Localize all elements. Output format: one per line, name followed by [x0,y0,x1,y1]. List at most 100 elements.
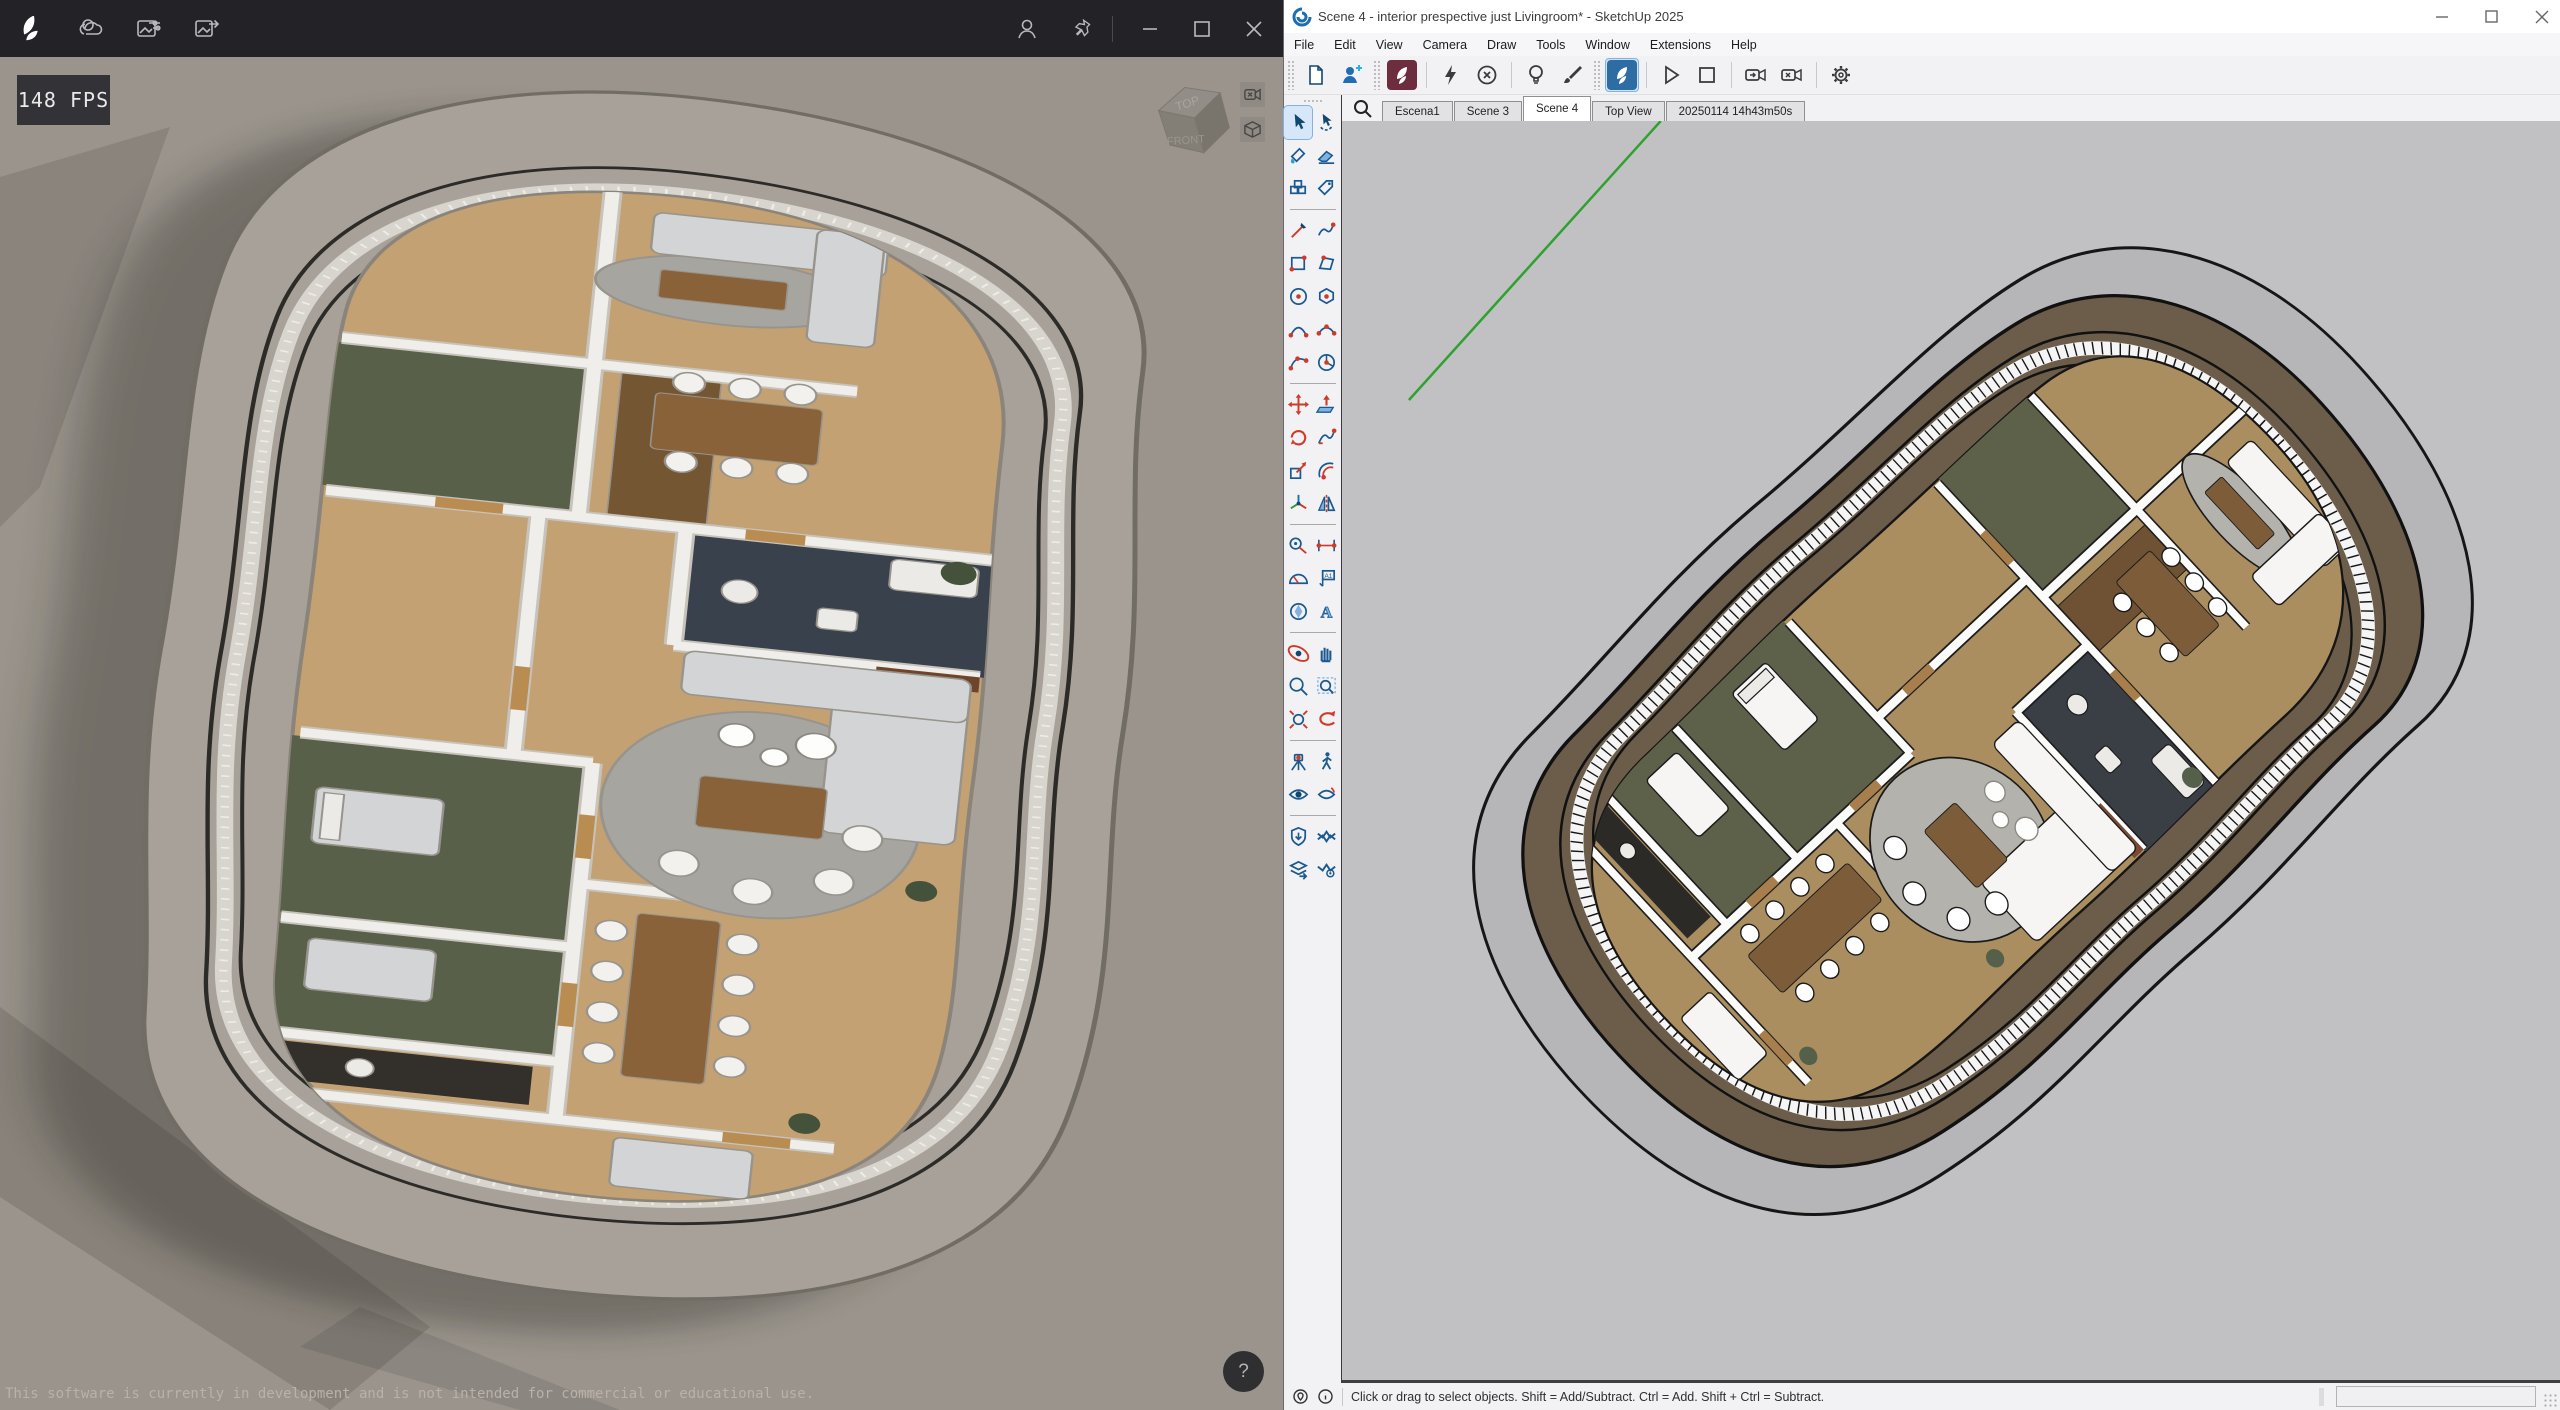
tool-follow-me-icon[interactable] [1312,421,1340,454]
toolbar-drag-handle[interactable] [1287,60,1295,90]
tool-rotated-rectangle-icon[interactable] [1312,247,1340,280]
scene-tab-scene-4[interactable]: Scene 4 [1523,96,1591,121]
lightning-icon[interactable] [1435,59,1467,91]
tool-scale-icon[interactable] [1284,454,1312,487]
status-hint: Click or drag to select objects. Shift =… [1351,1390,1824,1404]
lumion-livesync-button[interactable] [1606,59,1638,91]
menu-file[interactable]: File [1284,35,1324,55]
tool-arc-icon[interactable] [1284,313,1312,346]
palette-separator [1290,524,1336,525]
minimize-icon[interactable] [2432,7,2452,27]
photo-settings-icon[interactable] [134,14,164,44]
tool-freehand-icon[interactable] [1312,214,1340,247]
menu-view[interactable]: View [1366,35,1413,55]
menu-extensions[interactable]: Extensions [1640,35,1721,55]
render-app-titlebar [0,0,1283,57]
tool-select-icon[interactable] [1284,106,1312,139]
scene-tab-escena1[interactable]: Escena1 [1382,101,1453,121]
modeling-viewport[interactable] [1342,121,2560,1383]
tool-3d-text-icon[interactable]: A [1312,595,1340,628]
tool-export-layers-icon[interactable] [1284,853,1312,886]
maximize-icon[interactable] [1187,14,1217,44]
tool-3-point-arc-icon[interactable] [1284,346,1312,379]
tool-previous-icon[interactable] [1312,703,1340,736]
help-button[interactable]: ? [1223,1351,1264,1392]
tool-move-icon[interactable] [1284,388,1312,421]
menu-help[interactable]: Help [1721,35,1767,55]
record-camera-icon[interactable] [1740,59,1772,91]
tool-components-icon[interactable] [1284,172,1312,205]
scene-tab-top-view[interactable]: Top View [1592,101,1664,121]
tool-flip-icon[interactable] [1312,487,1340,520]
menu-window[interactable]: Window [1575,35,1639,55]
tool-compass-icon[interactable] [1284,595,1312,628]
search-scenes-icon[interactable] [1352,98,1374,120]
camera-off-icon[interactable] [1776,59,1808,91]
scene-tab-scene-3[interactable]: Scene 3 [1454,101,1522,121]
tool-position-camera-icon[interactable] [1284,745,1312,778]
tool-pie-icon[interactable] [1312,346,1340,379]
tool-zoom-icon[interactable] [1284,670,1312,703]
measurements-box[interactable] [2336,1386,2536,1407]
info-icon[interactable] [1317,1388,1334,1405]
isometric-view-icon[interactable] [1240,117,1265,142]
tool-2-point-arc-icon[interactable] [1312,313,1340,346]
tool-zoom-extents-icon[interactable] [1284,703,1312,736]
tool-lasso-icon[interactable] [1312,106,1340,139]
tool-paint-bucket-icon[interactable] [1284,139,1312,172]
weather-icon[interactable] [76,14,106,44]
scene-tab-20250114-14h43m50s[interactable]: 20250114 14h43m50s [1666,101,1806,121]
camera-off-icon[interactable] [1240,82,1265,107]
pin-icon[interactable] [1068,14,1098,44]
stop-icon[interactable] [1691,59,1723,91]
close-icon[interactable] [2532,7,2552,27]
geolocation-icon[interactable] [1292,1388,1309,1405]
resize-grip[interactable] [2543,1393,2557,1407]
tool-offset-icon[interactable] [1312,454,1340,487]
lumion-sync-button[interactable] [1386,59,1418,91]
menu-tools[interactable]: Tools [1526,35,1575,55]
gear-icon[interactable] [1825,59,1857,91]
tool-dimension-icon[interactable] [1312,529,1340,562]
menu-edit[interactable]: Edit [1324,35,1366,55]
lightbulb-icon[interactable] [1520,59,1552,91]
tool-orbit-icon[interactable] [1284,637,1312,670]
tool-rotate-icon[interactable] [1284,421,1312,454]
tool-section-icon[interactable] [1312,778,1340,811]
menu-draw[interactable]: Draw [1477,35,1526,55]
tool-eraser-icon[interactable] [1312,139,1340,172]
maximize-icon[interactable] [2482,7,2502,27]
cancel-circle-icon[interactable] [1471,59,1503,91]
account-icon[interactable] [1012,14,1042,44]
tool-walk-icon[interactable] [1312,745,1340,778]
tool-push-pull-icon[interactable] [1312,388,1340,421]
tool-axes-icon[interactable] [1284,487,1312,520]
tool-polygon-icon[interactable] [1312,280,1340,313]
minimize-icon[interactable] [1135,14,1165,44]
tool-text-icon[interactable]: A1 [1312,562,1340,595]
tool-rectangle-icon[interactable] [1284,247,1312,280]
tool-soften-edges-icon[interactable] [1284,820,1312,853]
tool-pan-icon[interactable] [1312,637,1340,670]
menu-camera[interactable]: Camera [1413,35,1477,55]
view-cube[interactable]: TOP FRONT [1148,68,1240,164]
tool-protractor-icon[interactable] [1284,562,1312,595]
tool-zoom-window-icon[interactable] [1312,670,1340,703]
tool-simplify-icon[interactable] [1312,820,1340,853]
tool-circle-icon[interactable] [1284,280,1312,313]
toolbar-drag-handle[interactable] [1373,60,1381,90]
close-icon[interactable] [1239,14,1269,44]
add-person-icon[interactable] [1336,59,1368,91]
brush-icon[interactable] [1556,59,1588,91]
new-document-icon[interactable] [1300,59,1332,91]
photo-export-icon[interactable] [192,14,222,44]
toolbar-drag-handle[interactable] [1593,60,1601,90]
tool-tape-measure-icon[interactable] [1284,529,1312,562]
tool-simplify-settings-icon[interactable] [1312,853,1340,886]
tool-line-icon[interactable] [1284,214,1312,247]
play-icon[interactable] [1655,59,1687,91]
fps-counter: 148 FPS [17,75,110,125]
tool-tag-icon[interactable] [1312,172,1340,205]
render-viewport[interactable] [0,57,1283,1410]
tool-look-around-icon[interactable] [1284,778,1312,811]
